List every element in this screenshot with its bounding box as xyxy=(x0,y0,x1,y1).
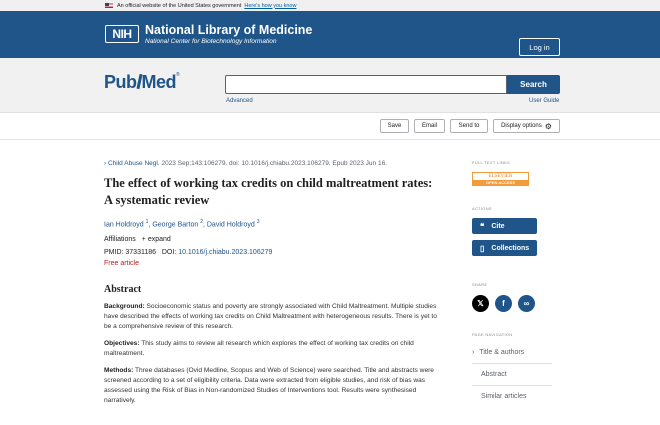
nih-logo[interactable]: NIH xyxy=(105,25,139,43)
elsevier-logo: ELSEVIER xyxy=(488,174,513,179)
user-guide-link[interactable]: User Guide xyxy=(529,98,559,104)
author-link[interactable]: David Holdroyd xyxy=(207,221,255,228)
collections-label: Collections xyxy=(491,244,530,252)
section-label: Objectives: xyxy=(104,340,140,348)
section-label: Background: xyxy=(104,303,145,311)
us-flag-icon xyxy=(105,3,113,8)
permalink-icon[interactable]: ∞ xyxy=(518,295,535,312)
chevron-right-icon: › xyxy=(472,348,475,356)
search-button[interactable]: Search xyxy=(507,75,560,94)
abstract-methods: Methods: Three databases (Ovid Medline, … xyxy=(104,366,439,406)
bookmark-icon: ▯ xyxy=(480,243,485,253)
section-text: This study aims to review all research w… xyxy=(104,340,414,358)
actions-label: ACTIONS xyxy=(472,206,492,211)
doi-link[interactable]: 10.1016/j.chiabu.2023.106279 xyxy=(178,249,272,256)
login-button[interactable]: Log in xyxy=(519,38,560,56)
nlm-subtitle: National Center for Biotechnology Inform… xyxy=(145,38,277,45)
search-input[interactable] xyxy=(225,75,507,94)
gear-icon: ⚙ xyxy=(544,121,552,131)
full-text-links-label: FULL TEXT LINKS xyxy=(472,160,510,165)
nlm-title[interactable]: National Library of Medicine xyxy=(145,23,312,37)
abstract-objectives: Objectives: This study aims to review al… xyxy=(104,339,439,359)
expand-affiliations-button[interactable]: + expand xyxy=(142,236,171,243)
affiliations-label: Affiliations xyxy=(104,236,136,244)
free-article-label: Free article xyxy=(104,260,140,268)
nav-label: Title & authors xyxy=(479,348,525,356)
display-options-label: Display options xyxy=(501,123,542,129)
affiliations-row: Affiliations + expand xyxy=(104,236,439,243)
citation-line: › Child Abuse Negl. 2023 Sep;143:106279.… xyxy=(104,160,439,167)
gov-banner-text: An official website of the United States… xyxy=(117,2,242,9)
pubmed-logo-right: Med xyxy=(141,72,177,92)
search-band: Pub Med® Search Advanced User Guide xyxy=(0,58,660,113)
chevron-right-icon: › xyxy=(104,160,107,167)
pubmed-logo[interactable]: Pub Med® xyxy=(104,72,180,93)
advanced-search-link[interactable]: Advanced xyxy=(226,98,253,104)
facebook-icon[interactable]: f xyxy=(495,295,512,312)
email-button[interactable]: Email xyxy=(414,119,445,133)
gov-banner: An official website of the United States… xyxy=(0,0,660,11)
author-affil-ref[interactable]: 1 xyxy=(146,219,149,225)
abstract-background: Background: Socioeconomic status and pov… xyxy=(104,302,439,332)
nlm-header: NIH National Library of Medicine Nationa… xyxy=(0,11,660,58)
article-main: › Child Abuse Negl. 2023 Sep;143:106279.… xyxy=(104,160,439,406)
identifiers-row: PMID: 37331186 DOI: 10.1016/j.chiabu.202… xyxy=(104,249,439,256)
author-link[interactable]: Ian Holdroyd xyxy=(104,221,144,228)
save-button[interactable]: Save xyxy=(380,119,409,133)
cite-label: Cite xyxy=(491,222,505,230)
sidebar: FULL TEXT LINKS ELSEVIER OPEN ACCESS ACT… xyxy=(472,160,562,407)
journal-link[interactable]: Child Abuse Negl. xyxy=(108,160,160,167)
share-label: SHARE xyxy=(472,282,488,287)
author-link[interactable]: George Barton xyxy=(152,221,198,228)
cite-button[interactable]: ❝ Cite xyxy=(472,218,537,234)
authors-list: Ian Holdroyd 1, George Barton 2, David H… xyxy=(104,219,260,229)
collections-button[interactable]: ▯ Collections xyxy=(472,240,537,256)
article-title: The effect of working tax credits on chi… xyxy=(104,176,433,207)
x-twitter-icon[interactable]: 𝕏 xyxy=(472,295,489,312)
send-to-button[interactable]: Send to xyxy=(450,119,488,133)
citation-rest: 2023 Sep;143:106279. doi: 10.1016/j.chia… xyxy=(159,160,387,167)
open-access-badge: OPEN ACCESS xyxy=(473,180,528,186)
section-label: Methods: xyxy=(104,367,134,375)
quote-icon: ❝ xyxy=(480,221,485,231)
page-navigation: › Title & authors Abstract Similar articl… xyxy=(472,341,562,407)
share-buttons: 𝕏 f ∞ xyxy=(472,295,562,312)
elsevier-full-text-link[interactable]: ELSEVIER OPEN ACCESS xyxy=(472,172,529,186)
nav-title-authors[interactable]: › Title & authors xyxy=(472,341,552,363)
author-affil-ref[interactable]: 3 xyxy=(257,219,260,225)
doi-label: DOI: xyxy=(161,249,179,257)
section-text: Socioeconomic status and poverty are str… xyxy=(104,303,437,331)
nav-abstract[interactable]: Abstract xyxy=(472,363,552,385)
pmid: PMID: 37331186 xyxy=(104,249,157,257)
author-affil-ref[interactable]: 2 xyxy=(200,219,203,225)
registered-mark: ® xyxy=(176,72,180,78)
pubmed-logo-left: Pub xyxy=(104,72,137,92)
article-toolbar: Save Email Send to Display options ⚙ xyxy=(0,113,660,140)
abstract-heading: Abstract xyxy=(104,284,142,296)
section-text: Three databases (Ovid Medline, Scopus an… xyxy=(104,367,434,405)
heres-how-link[interactable]: Here's how you know xyxy=(244,3,296,9)
nav-similar-articles[interactable]: Similar articles xyxy=(472,385,552,407)
page-navigation-label: PAGE NAVIGATION xyxy=(472,332,513,337)
display-options-button[interactable]: Display options ⚙ xyxy=(493,119,560,133)
